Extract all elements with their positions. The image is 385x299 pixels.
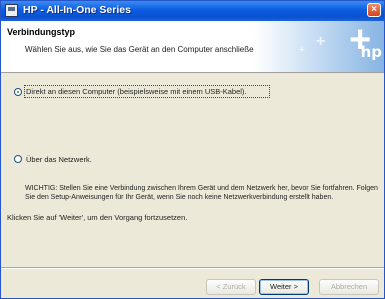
plus-decoration-icon: + [316, 33, 326, 50]
app-icon [5, 4, 18, 17]
radio-direct-connection[interactable] [14, 88, 22, 96]
installer-window: HP - All-In-One Series × Verbindungstyp … [0, 0, 385, 299]
hp-banner: + + + hp [254, 21, 384, 72]
wizard-content: Direkt an diesen Computer (beispielsweis… [1, 73, 384, 265]
radio-network-connection[interactable] [14, 155, 22, 163]
title-bar[interactable]: HP - All-In-One Series × [1, 1, 384, 21]
wizard-header: Verbindungstyp Wählen Sie aus, wie Sie d… [1, 21, 384, 73]
network-warning-text: WICHTIG: Stellen Sie eine Verbindung zwi… [25, 185, 378, 201]
option-label-network[interactable]: Über das Netzwerk. [26, 155, 92, 164]
cancel-button[interactable]: Abbrechen [319, 279, 379, 295]
next-button[interactable]: Weiter > [259, 279, 309, 295]
plus-decoration-icon: + [299, 45, 305, 56]
button-separator [1, 267, 384, 269]
hp-logo: hp [360, 43, 382, 61]
option-label-direct[interactable]: Direkt an diesen Computer (beispielsweis… [26, 87, 247, 96]
back-button[interactable]: < Zurück [206, 279, 256, 295]
instruction-text: Klicken Sie auf 'Weiter', um den Vorgang… [7, 213, 188, 222]
page-subtitle: Wählen Sie aus, wie Sie das Gerät an den… [25, 45, 294, 54]
page-title: Verbindungstyp [7, 27, 76, 37]
close-button[interactable]: × [367, 3, 381, 17]
window-title: HP - All-In-One Series [23, 4, 131, 16]
